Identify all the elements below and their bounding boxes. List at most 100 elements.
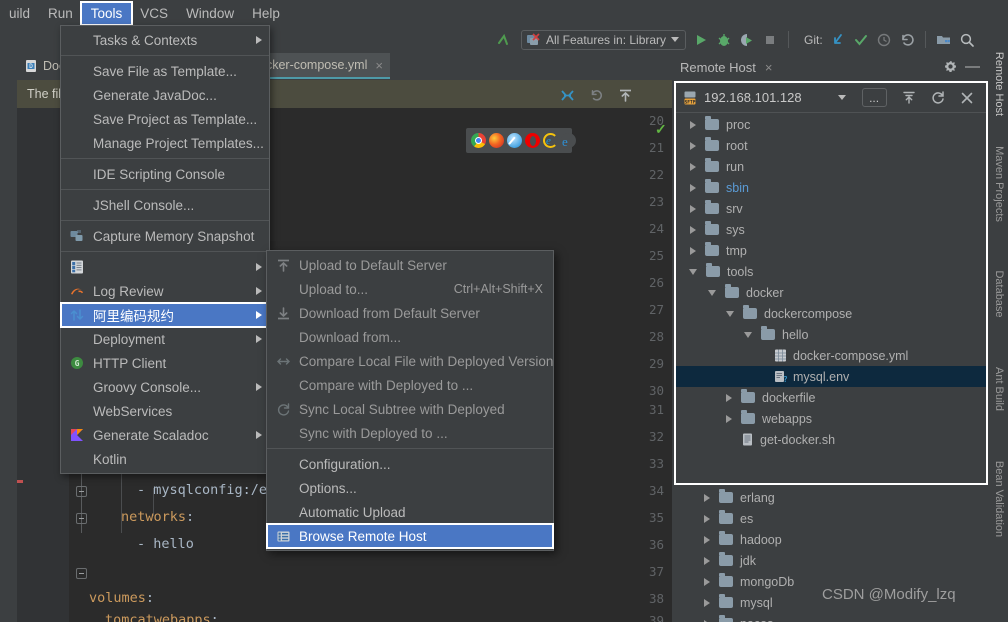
search-icon[interactable] (959, 32, 975, 48)
menu-item-start-ssh-session[interactable]: Kotlin (61, 447, 269, 471)
tree-row-selected[interactable]: ? mysql.env (676, 366, 986, 387)
upload-icon[interactable] (618, 88, 633, 103)
chevron-right-icon[interactable] (704, 598, 710, 607)
back-arrow-icon[interactable] (495, 32, 511, 48)
menu-item-manage-project-templates[interactable]: Manage Project Templates... (61, 131, 269, 155)
tools-dropdown-menu[interactable]: Tasks & Contexts Save File as Template..… (60, 25, 270, 474)
menu-item-log-review[interactable] (61, 255, 269, 279)
menu-item-jshell-console[interactable]: JShell Console... (61, 193, 269, 217)
submenu-item-sync-with-deployed-to[interactable]: Sync with Deployed to ... (267, 421, 553, 445)
submenu-item-download-from-default-server[interactable]: Download from Default Server (267, 301, 553, 325)
tool-button-maven-projects[interactable]: Maven Projects (993, 145, 1005, 223)
git-update-icon[interactable] (830, 32, 846, 48)
tree-row[interactable]: dockercompose (676, 303, 986, 324)
chevron-right-icon[interactable] (690, 204, 696, 213)
menu-help[interactable]: Help (243, 3, 289, 24)
submenu-item-sync-local-subtree-with-deployed[interactable]: Sync Local Subtree with Deployed (267, 397, 553, 421)
menu-build[interactable]: uild (0, 3, 39, 24)
chevron-right-icon[interactable] (726, 414, 732, 423)
menu-item-save-project-as-template[interactable]: Save Project as Template... (61, 107, 269, 131)
chevron-right-icon[interactable] (704, 493, 710, 502)
chevron-down-icon[interactable] (671, 37, 680, 42)
deployment-submenu[interactable]: Upload to Default Server Upload to... Ct… (266, 250, 554, 551)
menu-item-groovy-console[interactable]: G HTTP Client (61, 351, 269, 375)
tool-button-database[interactable]: Database (993, 255, 1005, 333)
tree-row[interactable]: sbin (676, 177, 986, 198)
submenu-item-compare-local-file-with-deployed-version[interactable]: Compare Local File with Deployed Version (267, 349, 553, 373)
host-selector[interactable]: SFTP 192.168.101.128 (682, 90, 802, 106)
run-with-coverage-icon[interactable] (739, 32, 755, 48)
chevron-right-icon[interactable] (704, 556, 710, 565)
tree-row[interactable]: webapps (676, 408, 986, 429)
menu-tools[interactable]: Tools (79, 0, 134, 26)
chevron-right-icon[interactable] (690, 246, 696, 255)
chevron-right-icon[interactable] (690, 225, 696, 234)
menu-window[interactable]: Window (177, 3, 243, 24)
opera-icon[interactable] (525, 133, 540, 148)
tree-row[interactable]: tools (676, 261, 986, 282)
chevron-right-icon[interactable] (704, 514, 710, 523)
remote-file-tree[interactable]: proc root run sbin srv sys tmp tools doc… (676, 114, 986, 483)
tree-row[interactable]: root (676, 135, 986, 156)
menu-item-http-client[interactable]: Deployment (61, 327, 269, 351)
chevron-right-icon[interactable] (690, 120, 696, 129)
tree-row[interactable]: dockerfile (676, 387, 986, 408)
tree-row[interactable]: sys (676, 219, 986, 240)
tree-row[interactable]: docker-compose.yml (676, 345, 986, 366)
fold-marker[interactable] (76, 486, 87, 497)
tree-row[interactable]: tmp (676, 240, 986, 261)
chevron-down-icon[interactable] (744, 331, 752, 338)
collapse-icon[interactable] (560, 88, 575, 103)
menu-item-webservices[interactable]: Groovy Console... (61, 375, 269, 399)
run-configuration-selector[interactable]: All Features in: Library (521, 29, 687, 50)
tree-row[interactable]: proc (676, 114, 986, 135)
tree-row[interactable]: get-docker.sh (676, 429, 986, 450)
debug-icon[interactable] (716, 32, 732, 48)
chevron-down-icon[interactable] (689, 268, 697, 275)
ie-icon[interactable]: e (543, 133, 558, 148)
tree-row[interactable]: run (676, 156, 986, 177)
remote-host-close-icon[interactable]: × (765, 60, 773, 75)
firefox-icon[interactable] (489, 133, 504, 148)
tab-close-icon[interactable]: × (375, 58, 383, 73)
menu-item-tasks-contexts[interactable]: Tasks & Contexts (61, 28, 269, 52)
close-icon[interactable] (959, 90, 975, 106)
menu-item-capture-memory-snapshot[interactable]: Capture Memory Snapshot (61, 224, 269, 248)
git-rollback-icon[interactable] (899, 32, 915, 48)
chevron-right-icon[interactable] (690, 141, 696, 150)
tree-row[interactable]: jdk (674, 550, 988, 571)
submenu-item-upload-to-default-server[interactable]: Upload to Default Server (267, 253, 553, 277)
tool-button-remote-host[interactable]: Remote Host (993, 45, 1005, 123)
tree-row[interactable]: hadoop (674, 529, 988, 550)
git-commit-icon[interactable] (853, 32, 869, 48)
tree-row[interactable]: nacos (674, 613, 988, 622)
collapse-all-icon[interactable] (901, 90, 917, 106)
safari-icon[interactable] (507, 133, 522, 148)
tree-row[interactable]: docker (676, 282, 986, 303)
submenu-item-configuration[interactable]: Configuration... (267, 452, 553, 476)
menu-run[interactable]: Run (39, 3, 82, 24)
project-structure-icon[interactable] (936, 32, 952, 48)
chevron-right-icon[interactable] (690, 162, 696, 171)
submenu-item-options[interactable]: Options... (267, 476, 553, 500)
menu-vcs[interactable]: VCS (131, 3, 177, 24)
menu-item-save-file-as-template[interactable]: Save File as Template... (61, 59, 269, 83)
tree-row[interactable]: hello (676, 324, 986, 345)
submenu-item-download-from[interactable]: Download from... (267, 325, 553, 349)
menu-item-kotlin[interactable]: Generate Scaladoc (61, 423, 269, 447)
menu-item-generate-scaladoc[interactable]: WebServices (61, 399, 269, 423)
more-button[interactable]: ... (861, 88, 887, 107)
edge-icon[interactable]: e (561, 133, 576, 149)
tree-row[interactable]: es (674, 508, 988, 529)
chevron-right-icon[interactable] (726, 393, 732, 402)
submenu-item-upload-to[interactable]: Upload to... Ctrl+Alt+Shift+X (267, 277, 553, 301)
fold-marker[interactable] (76, 568, 87, 579)
submenu-item-automatic-upload[interactable]: Automatic Upload (267, 500, 553, 524)
chevron-right-icon[interactable] (704, 535, 710, 544)
fold-marker[interactable] (76, 513, 87, 524)
remote-host-minimize-icon[interactable]: — (965, 58, 980, 75)
tree-row[interactable]: srv (676, 198, 986, 219)
tree-row[interactable]: erlang (674, 487, 988, 508)
menu-item-generate-javadoc[interactable]: Generate JavaDoc... (61, 83, 269, 107)
tool-button-ant-build[interactable]: Ant Build (993, 350, 1005, 428)
